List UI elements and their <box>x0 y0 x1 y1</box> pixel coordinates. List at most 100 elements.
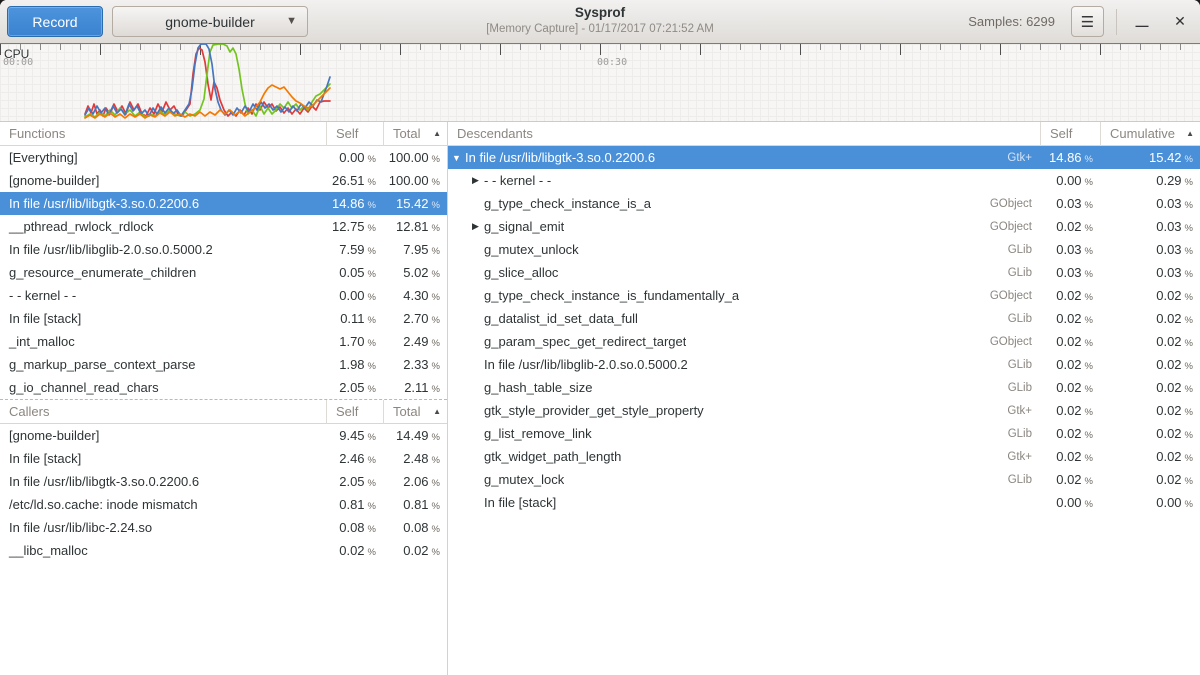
window-title: Sysprof <box>486 5 714 22</box>
process-selector-label: gnome-builder <box>113 14 307 30</box>
self-percent: 0.00% <box>326 288 383 303</box>
functions-row[interactable]: g_markup_parse_context_parse1.98%2.33% <box>0 353 447 376</box>
functions-row[interactable]: [Everything]0.00%100.00% <box>0 146 447 169</box>
callers-row[interactable]: /etc/ld.so.cache: inode mismatch0.81%0.8… <box>0 493 447 516</box>
percent-sign: % <box>368 338 376 349</box>
functions-row[interactable]: In file [stack]0.11%2.70% <box>0 307 447 330</box>
column-header-self[interactable]: Self <box>1040 122 1100 146</box>
column-header-functions[interactable]: Functions <box>0 122 326 146</box>
total-percent: 14.49% <box>383 428 447 443</box>
descendants-row[interactable]: In file [stack]0.00%0.00% <box>448 491 1200 514</box>
column-header-cumulative[interactable]: Cumulative▲ <box>1100 122 1200 146</box>
expander-open-icon[interactable]: ▼ <box>448 153 465 163</box>
descendants-row[interactable]: g_hash_table_sizeGLib0.02%0.02% <box>448 376 1200 399</box>
expander-closed-icon[interactable]: ▶ <box>467 221 484 232</box>
percent-sign: % <box>1085 269 1093 280</box>
callers-row[interactable]: [gnome-builder]9.45%14.49% <box>0 424 447 447</box>
functions-row[interactable]: g_io_channel_read_chars2.05%2.11% <box>0 376 447 399</box>
cumulative-percent: 0.02% <box>1100 449 1200 464</box>
category-label: GLib <box>1008 359 1040 371</box>
cpu-graph[interactable]: CPU 00:0000:30 <box>0 44 1200 122</box>
callers-row[interactable]: __libc_malloc0.02%0.02% <box>0 539 447 562</box>
functions-row[interactable]: In file /usr/lib/libgtk-3.so.0.2200.614.… <box>0 192 447 215</box>
total-percent: 2.49% <box>383 334 447 349</box>
function-name: g_hash_table_size <box>484 380 592 395</box>
self-percent: 0.08% <box>326 520 383 535</box>
percent-sign: % <box>1185 246 1193 257</box>
callers-table: CallersSelfTotal▲[gnome-builder]9.45%14.… <box>0 399 447 562</box>
function-name: g_type_check_instance_is_fundamentally_a <box>484 288 739 303</box>
close-button[interactable]: ✕ <box>1167 7 1193 37</box>
total-percent: 2.70% <box>383 311 447 326</box>
function-name: In file /usr/lib/libgtk-3.so.0.2200.6 <box>465 150 655 165</box>
descendants-row[interactable]: g_type_check_instance_is_aGObject0.03%0.… <box>448 192 1200 215</box>
functions-row[interactable]: In file /usr/lib/libglib-2.0.so.0.5000.2… <box>0 238 447 261</box>
percent-sign: % <box>368 246 376 257</box>
percent-sign: % <box>1085 361 1093 372</box>
functions-row[interactable]: g_resource_enumerate_children0.05%5.02% <box>0 261 447 284</box>
column-header-total[interactable]: Total▲ <box>383 400 447 424</box>
minimize-icon: — <box>1136 18 1149 33</box>
functions-row[interactable]: [gnome-builder]26.51%100.00% <box>0 169 447 192</box>
descendants-row[interactable]: gtk_widget_path_lengthGtk+0.02%0.02% <box>448 445 1200 468</box>
self-percent: 0.03% <box>1040 242 1100 257</box>
function-name: In file /usr/lib/libgtk-3.so.0.2200.6 <box>0 474 326 489</box>
column-header-descendants[interactable]: Descendants <box>448 122 1040 146</box>
tree-name-cell: g_type_check_instance_is_fundamentally_a… <box>448 288 1040 303</box>
cumulative-percent: 0.02% <box>1100 311 1200 326</box>
expander-closed-icon[interactable]: ▶ <box>467 175 484 186</box>
descendants-row[interactable]: ▼In file /usr/lib/libgtk-3.so.0.2200.6Gt… <box>448 146 1200 169</box>
descendants-row[interactable]: ▶g_signal_emitGObject0.02%0.03% <box>448 215 1200 238</box>
callers-row[interactable]: In file /usr/lib/libc-2.24.so0.08%0.08% <box>0 516 447 539</box>
percent-sign: % <box>1185 407 1193 418</box>
descendants-row[interactable]: g_datalist_id_set_data_fullGLib0.02%0.02… <box>448 307 1200 330</box>
percent-sign: % <box>1085 384 1093 395</box>
tree-name-cell: ▶- - kernel - - <box>448 173 1040 188</box>
function-name: In file [stack] <box>0 311 326 326</box>
descendants-row[interactable]: gtk_style_provider_get_style_propertyGtk… <box>448 399 1200 422</box>
column-header-total[interactable]: Total▲ <box>383 122 447 146</box>
percent-sign: % <box>1085 499 1093 510</box>
total-percent: 7.95% <box>383 242 447 257</box>
descendants-row[interactable]: g_mutex_unlockGLib0.03%0.03% <box>448 238 1200 261</box>
callers-row[interactable]: In file [stack]2.46%2.48% <box>0 447 447 470</box>
record-button[interactable]: Record <box>7 6 103 37</box>
self-percent: 0.02% <box>1040 311 1100 326</box>
descendants-row[interactable]: g_list_remove_linkGLib0.02%0.02% <box>448 422 1200 445</box>
descendants-row[interactable]: g_param_spec_get_redirect_targetGObject0… <box>448 330 1200 353</box>
function-name: In file /usr/lib/libc-2.24.so <box>0 520 326 535</box>
descendants-row[interactable]: g_mutex_lockGLib0.02%0.02% <box>448 468 1200 491</box>
percent-sign: % <box>368 455 376 466</box>
functions-row[interactable]: - - kernel - -0.00%4.30% <box>0 284 447 307</box>
tree-name-cell: g_mutex_lockGLib <box>448 472 1040 487</box>
percent-sign: % <box>1085 407 1093 418</box>
self-percent: 14.86% <box>326 196 383 211</box>
functions-row[interactable]: _int_malloc1.70%2.49% <box>0 330 447 353</box>
descendants-row[interactable]: g_slice_allocGLib0.03%0.03% <box>448 261 1200 284</box>
total-percent: 2.06% <box>383 474 447 489</box>
percent-sign: % <box>368 292 376 303</box>
sort-ascending-icon: ▲ <box>433 122 441 146</box>
cumulative-percent: 0.03% <box>1100 196 1200 211</box>
descendants-row[interactable]: g_type_check_instance_is_fundamentally_a… <box>448 284 1200 307</box>
function-name: _int_malloc <box>0 334 326 349</box>
descendants-row[interactable]: In file /usr/lib/libglib-2.0.so.0.5000.2… <box>448 353 1200 376</box>
percent-sign: % <box>432 547 440 558</box>
column-header-self[interactable]: Self <box>326 122 383 146</box>
process-selector-dropdown[interactable]: gnome-builder ▼ <box>112 6 308 37</box>
percent-sign: % <box>1085 292 1093 303</box>
callers-row[interactable]: In file /usr/lib/libgtk-3.so.0.2200.6 2.0… <box>0 470 447 493</box>
functions-row[interactable]: __pthread_rwlock_rdlock12.75%12.81% <box>0 215 447 238</box>
category-label: GObject <box>990 221 1040 233</box>
percent-sign: % <box>432 501 440 512</box>
percent-sign: % <box>432 338 440 349</box>
function-name: g_list_remove_link <box>484 426 592 441</box>
descendants-row[interactable]: ▶- - kernel - -0.00%0.29% <box>448 169 1200 192</box>
category-label: GObject <box>990 290 1040 302</box>
column-header-self[interactable]: Self <box>326 400 383 424</box>
menu-button[interactable]: ☰ <box>1071 6 1104 37</box>
minimize-button[interactable]: — <box>1129 7 1155 37</box>
function-name: g_slice_alloc <box>484 265 558 280</box>
self-percent: 1.98% <box>326 357 383 372</box>
column-header-callers[interactable]: Callers <box>0 400 326 424</box>
